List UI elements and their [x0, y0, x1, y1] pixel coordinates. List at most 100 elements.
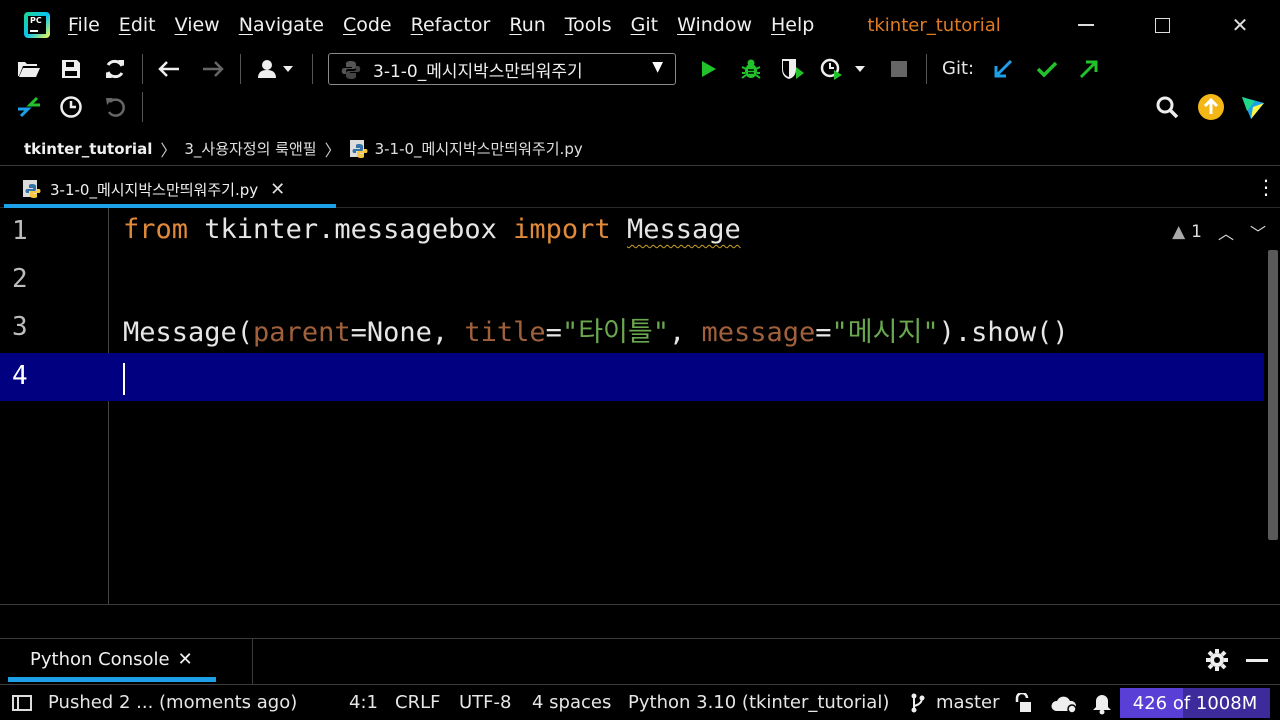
- git-push-icon[interactable]: [1074, 54, 1104, 84]
- git-branch-label: master: [936, 692, 1000, 713]
- file-encoding[interactable]: UTF-8: [459, 692, 511, 713]
- minimize-tool-window-icon[interactable]: [1246, 659, 1268, 662]
- sync-icon[interactable]: [100, 54, 130, 84]
- menu-item-help[interactable]: Help: [771, 14, 814, 36]
- back-arrow-icon[interactable]: [154, 54, 184, 84]
- chevron-right-icon: 〉: [160, 140, 177, 160]
- user-icon[interactable]: [254, 54, 300, 84]
- menu-item-view[interactable]: View: [175, 14, 220, 36]
- call-name: Message(: [123, 317, 254, 348]
- git-branch-icon: [910, 693, 926, 713]
- toolbar-separator: [142, 92, 143, 122]
- toggle-tool-windows-icon[interactable]: [12, 695, 32, 711]
- editor-bottom-area: [0, 604, 1280, 638]
- ide-update-icon[interactable]: [1196, 92, 1226, 122]
- chevron-down-icon[interactable]: ﹀: [1250, 220, 1266, 244]
- settings-gear-icon[interactable]: [1206, 649, 1228, 677]
- menu-item-navigate[interactable]: Navigate: [239, 14, 324, 36]
- menu-item-code[interactable]: Code: [343, 14, 392, 36]
- code-punct: ,: [668, 317, 702, 348]
- menu-item-run[interactable]: Run: [509, 14, 545, 36]
- close-icon[interactable]: ✕: [178, 649, 193, 670]
- menu-mnemonic: F: [68, 14, 78, 36]
- code-line-1[interactable]: 1 from tkinter.messagebox import Message: [0, 208, 1264, 256]
- breadcrumb-project[interactable]: tkinter_tutorial: [24, 140, 152, 158]
- title-menu-bar: PC File Edit View Navigate Code Refactor Run To…: [0, 0, 1280, 50]
- menu-mnemonic: N: [238, 14, 253, 36]
- menu-mnemonic: G: [630, 14, 646, 36]
- menu-label: ile: [77, 14, 100, 36]
- line-number: 4: [12, 361, 28, 391]
- menu-item-refactor[interactable]: Refactor: [411, 14, 491, 36]
- code-punct: =: [815, 317, 832, 348]
- python-interpreter[interactable]: Python 3.10 (tkinter_tutorial): [628, 692, 889, 713]
- close-window-icon[interactable]: ✕: [1220, 8, 1260, 42]
- inspection-widget[interactable]: ▲ 1 ︿ ﹀: [1172, 220, 1266, 244]
- main-menu: File Edit View Navigate Code Refactor Run Tools…: [68, 14, 833, 36]
- cloud-sync-icon[interactable]: [1050, 693, 1078, 720]
- memory-indicator[interactable]: 426 of 1008M: [1120, 688, 1270, 718]
- run-configuration-dropdown[interactable]: 3-1-0_메시지박스만띄워주기 ▼: [328, 53, 676, 85]
- menu-label: un: [521, 14, 546, 36]
- menu-mnemonic: H: [771, 14, 786, 36]
- run-icon[interactable]: [694, 54, 724, 84]
- breadcrumb-file-label: 3-1-0_메시지박스만띄워주기.py: [374, 140, 583, 158]
- git-label: Git:: [942, 58, 975, 79]
- line-separator[interactable]: CRLF: [395, 692, 440, 713]
- string-message: "메시지": [831, 317, 939, 348]
- minimize-icon[interactable]: [1066, 8, 1106, 42]
- menu-item-git[interactable]: Git: [631, 14, 658, 36]
- search-icon[interactable]: [1152, 92, 1182, 122]
- git-update-icon[interactable]: [988, 54, 1018, 84]
- line-number: 3: [12, 312, 28, 342]
- breadcrumb-file[interactable]: 3-1-0_메시지박스만띄워주기.py: [349, 138, 583, 159]
- more-vertical-icon[interactable]: ⋮: [1256, 176, 1276, 198]
- plugin-logo-icon[interactable]: [1238, 92, 1268, 122]
- menu-label: avigate: [252, 14, 324, 36]
- code-line-2[interactable]: 2: [0, 256, 1264, 304]
- active-tab-indicator: [8, 677, 216, 682]
- vcs-status[interactable]: Pushed 2 ... (moments ago): [48, 692, 297, 713]
- coverage-icon[interactable]: [778, 54, 808, 84]
- save-icon[interactable]: [56, 54, 86, 84]
- forward-arrow-icon[interactable]: [198, 54, 228, 84]
- open-folder-icon[interactable]: [14, 54, 44, 84]
- menu-item-tools[interactable]: Tools: [565, 14, 612, 36]
- chevron-up-icon[interactable]: ︿: [1218, 220, 1234, 244]
- menu-label: elp: [785, 14, 815, 36]
- editor-scrollbar[interactable]: [1268, 250, 1278, 540]
- menu-label: iew: [187, 14, 220, 36]
- menu-label: efactor: [422, 14, 491, 36]
- maximize-icon[interactable]: [1142, 8, 1182, 42]
- git-commit-icon[interactable]: [1032, 54, 1062, 84]
- tool-window-divider: [252, 639, 253, 685]
- close-icon[interactable]: ✕: [270, 179, 285, 200]
- editor-tab[interactable]: 3-1-0_메시지박스만띄워주기.py ✕: [14, 173, 293, 205]
- git-branch-widget[interactable]: master: [910, 692, 999, 713]
- notifications-bell-icon[interactable]: [1092, 693, 1112, 720]
- toolbar-separator: [240, 54, 241, 84]
- python-console-tab[interactable]: Python Console ✕: [18, 649, 205, 670]
- menu-label: it: [645, 14, 659, 36]
- toolbar-separator: [926, 54, 927, 84]
- python-file-icon: [349, 139, 369, 159]
- menu-item-window[interactable]: Window: [677, 14, 752, 36]
- debug-icon[interactable]: [736, 54, 766, 84]
- rollback-icon[interactable]: [100, 92, 130, 122]
- lock-icon[interactable]: [1012, 691, 1032, 718]
- warning-count: 1: [1191, 222, 1202, 242]
- menu-item-file[interactable]: File: [68, 14, 100, 36]
- chevron-right-icon: 〉: [324, 140, 341, 160]
- history-icon[interactable]: [56, 92, 86, 122]
- code-line-3[interactable]: 3 Message(parent=None, title="타이틀", mess…: [0, 304, 1264, 352]
- git-compare-icon[interactable]: [14, 92, 44, 122]
- code-editor[interactable]: 1 from tkinter.messagebox import Message…: [0, 208, 1280, 604]
- line-number: 1: [12, 216, 28, 246]
- indentation[interactable]: 4 spaces: [532, 692, 611, 713]
- code-line-4-current[interactable]: 4: [0, 353, 1264, 401]
- stop-icon[interactable]: [884, 54, 914, 84]
- profile-icon[interactable]: [818, 54, 872, 84]
- caret-position[interactable]: 4:1: [349, 692, 378, 713]
- breadcrumb-folder[interactable]: 3_사용자정의 룩앤필: [184, 138, 316, 159]
- menu-item-edit[interactable]: Edit: [119, 14, 156, 36]
